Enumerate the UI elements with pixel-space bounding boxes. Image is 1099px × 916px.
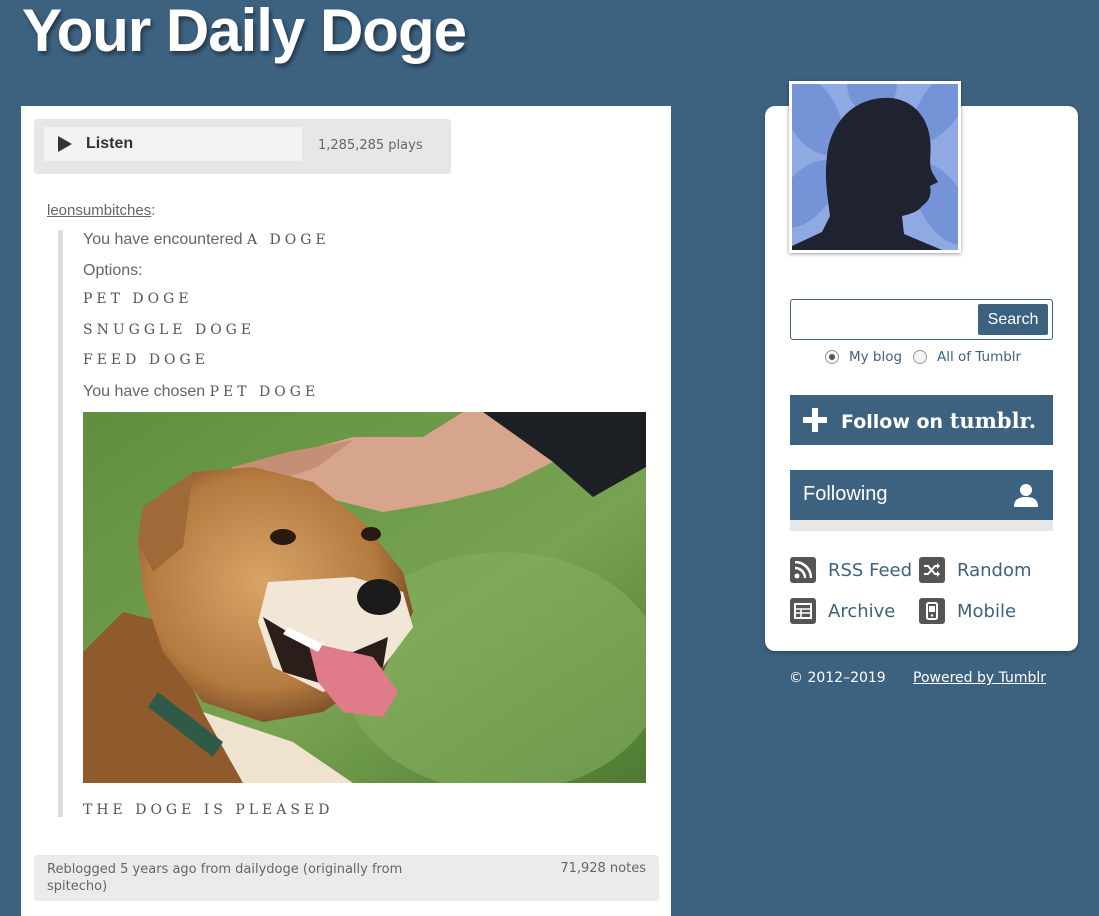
rss-feed-label: RSS Feed	[828, 559, 913, 581]
play-count: 1,285,285 plays	[318, 138, 423, 153]
encounter-prefix: You have encountered	[83, 231, 247, 248]
search-box: Search	[790, 299, 1053, 340]
radio-my-blog[interactable]	[825, 350, 839, 364]
archive-label: Archive	[828, 600, 896, 622]
reblog-info[interactable]: Reblogged 5 years ago from dailydoge (or…	[47, 861, 447, 895]
scope-my-blog-label: My blog	[849, 349, 903, 365]
notes-count[interactable]: 71,928 notes	[560, 861, 646, 876]
reblog-attribution: leonsumbitches:	[47, 202, 155, 219]
random-label: Random	[957, 559, 1032, 581]
tumblr-wordmark: tumblr.	[949, 407, 1036, 433]
user-icon	[1014, 484, 1038, 507]
dog-photo[interactable]	[83, 412, 646, 783]
option-snuggle: SNUGGLE DOGE	[83, 322, 256, 338]
mobile-label: Mobile	[957, 600, 1017, 622]
rss-feed-link[interactable]: RSS Feed	[790, 557, 912, 583]
plus-icon	[803, 408, 827, 432]
listen-label: Listen	[86, 135, 134, 152]
mobile-icon	[919, 598, 945, 624]
reblog-quote: You have encountered A DOGE Options: PET…	[58, 230, 653, 818]
radio-all-tumblr[interactable]	[913, 350, 927, 364]
mobile-link[interactable]: Mobile	[919, 598, 1016, 624]
encounter-line: You have encountered A DOGE	[83, 231, 330, 249]
copyright: © 2012–2019	[789, 670, 886, 686]
archive-link[interactable]: Archive	[790, 598, 895, 624]
scope-my-blog[interactable]: My blog	[825, 349, 902, 365]
follow-text: Follow on	[841, 410, 950, 433]
option-pet: PET DOGE	[83, 291, 193, 307]
archive-icon	[790, 598, 816, 624]
chosen-value: PET DOGE	[209, 384, 320, 400]
follow-label: Follow on tumblr.	[841, 408, 1036, 433]
search-input[interactable]	[795, 304, 979, 336]
play-icon	[58, 136, 72, 152]
silhouette-avatar-image	[792, 84, 958, 250]
scope-all-tumblr[interactable]: All of Tumblr	[913, 349, 1021, 365]
search-button[interactable]: Search	[978, 304, 1048, 335]
encounter-value: A DOGE	[247, 232, 330, 248]
following-list	[790, 520, 1053, 531]
dog-image	[83, 412, 646, 783]
powered-by-tumblr-link[interactable]: Powered by Tumblr	[913, 670, 1046, 686]
following-label: Following	[803, 483, 888, 505]
reblog-separator: :	[151, 202, 156, 219]
avatar[interactable]	[789, 81, 961, 253]
follow-on-tumblr-button[interactable]: Follow on tumblr.	[790, 395, 1053, 445]
listen-button[interactable]: Listen	[44, 127, 302, 161]
reblogged-user-link[interactable]: leonsumbitches	[47, 202, 151, 219]
chosen-line: You have chosen PET DOGE	[83, 383, 319, 401]
rss-icon	[790, 557, 816, 583]
post-footer: Reblogged 5 years ago from dailydoge (or…	[34, 855, 659, 901]
chosen-prefix: You have chosen	[83, 383, 210, 400]
options-label: Options:	[83, 262, 143, 279]
option-feed: FEED DOGE	[83, 352, 209, 368]
shuffle-icon	[919, 557, 945, 583]
scope-all-tumblr-label: All of Tumblr	[937, 349, 1022, 365]
following-button[interactable]: Following	[790, 470, 1053, 520]
audio-player: Listen 1,285,285 plays	[34, 119, 451, 174]
post-card: Listen 1,285,285 plays leonsumbitches: Y…	[21, 106, 671, 916]
random-link[interactable]: Random	[919, 557, 1032, 583]
blog-title[interactable]: Your Daily Doge	[22, 0, 467, 65]
result-line: THE DOGE IS PLEASED	[83, 802, 334, 818]
